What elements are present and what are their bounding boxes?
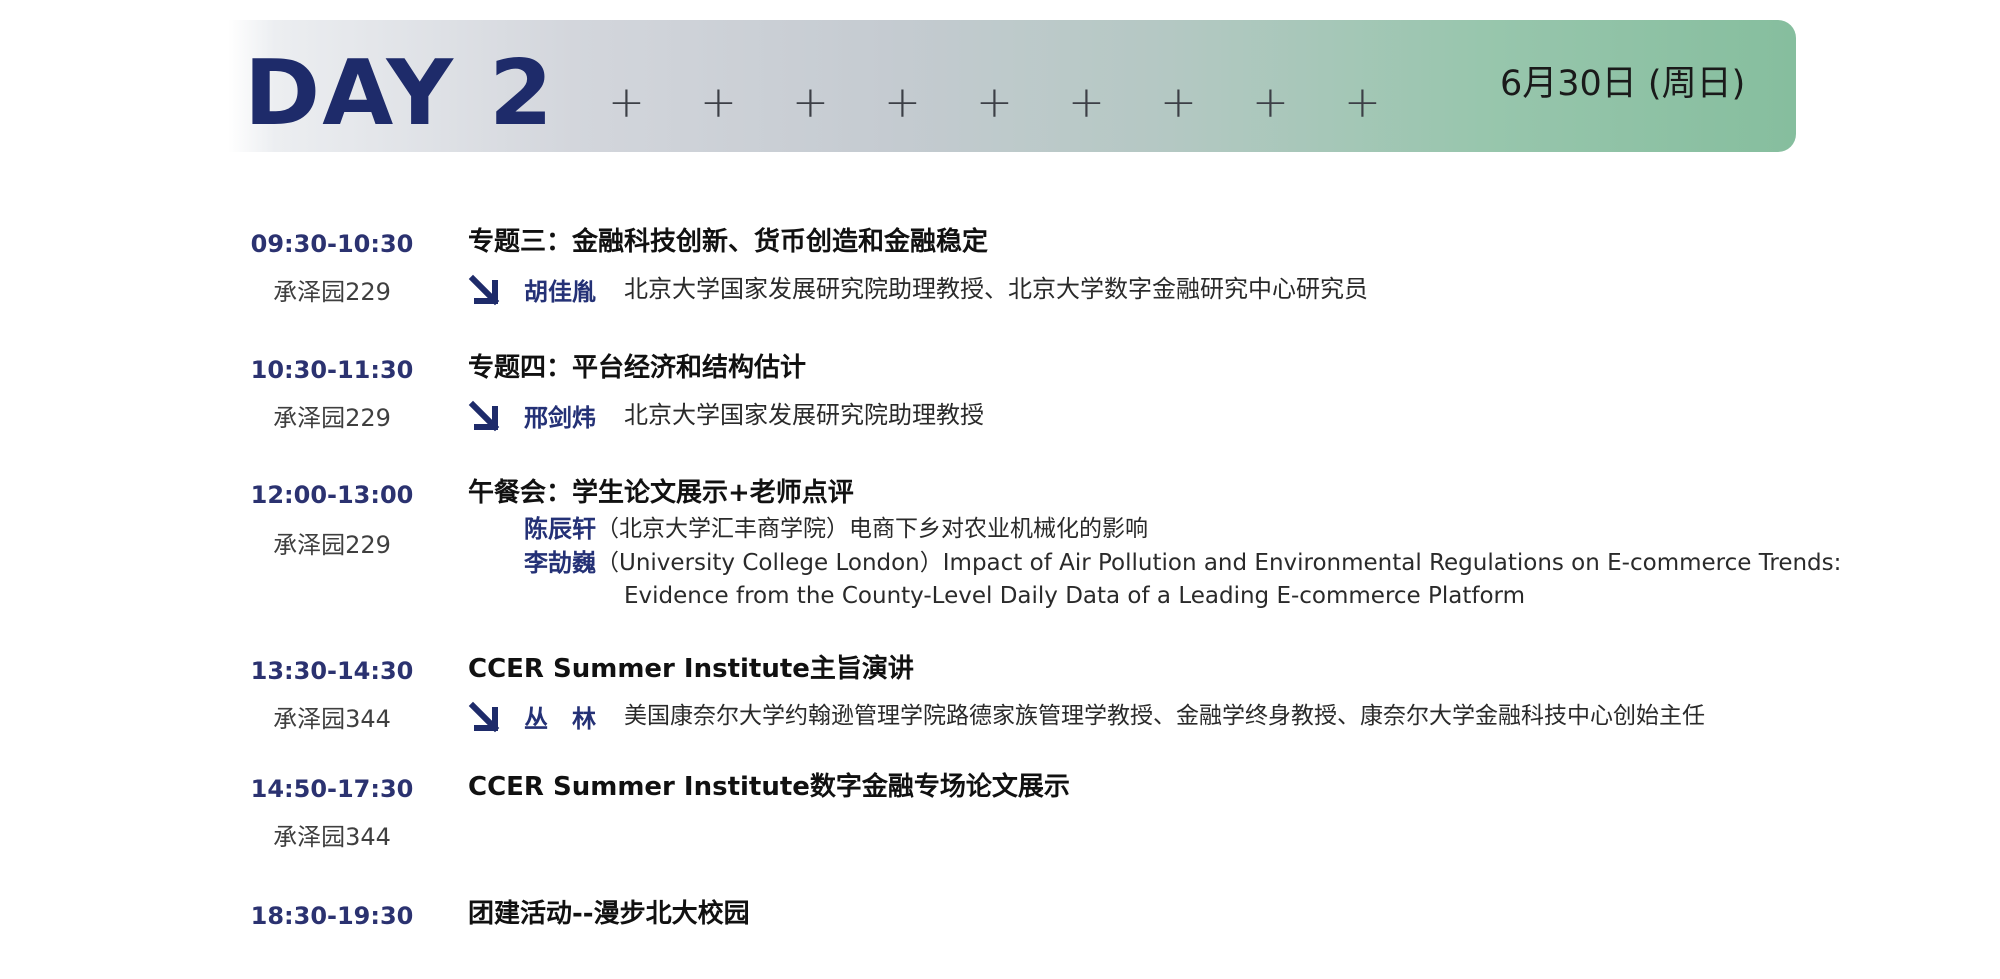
plus-icon: + — [700, 77, 737, 128]
session-room: 承泽园229 — [273, 531, 391, 559]
plus-icon: + — [1068, 77, 1105, 128]
session-title: 团建活动--漫步北大校园 — [468, 899, 750, 929]
presentation-title: （University College London）Impact of Air… — [596, 550, 1842, 576]
speaker-affiliation: 北京大学国家发展研究院助理教授 — [624, 401, 984, 429]
plus-icon: + — [1252, 77, 1289, 128]
speaker-affiliation: 北京大学国家发展研究院助理教授、北京大学数字金融研究中心研究员 — [624, 275, 1368, 303]
presentation-title: （北京大学汇丰商学院）电商下乡对农业机械化的影响 — [596, 516, 1148, 542]
speaker-name: 邢剑炜 — [524, 404, 596, 432]
speaker-name: 丛 林 — [524, 705, 596, 733]
session-time: 18:30-19:30 — [250, 902, 414, 930]
plus-icon: + — [1344, 77, 1381, 128]
arrow-down-right-icon — [468, 400, 502, 434]
session-time: 09:30-10:30 — [250, 230, 414, 258]
session-time: 14:50-17:30 — [250, 775, 414, 803]
plus-icon: + — [884, 77, 921, 128]
arrow-down-right-icon — [468, 701, 502, 735]
session-title: 午餐会：学生论文展示+老师点评 — [468, 478, 854, 508]
presenter-name: 李劼巍 — [524, 549, 596, 577]
session-time: 12:00-13:00 — [250, 481, 414, 509]
session-room: 承泽园344 — [273, 823, 391, 851]
presentation-title-continued: Evidence from the County-Level Daily Dat… — [624, 583, 1526, 609]
session-title: CCER Summer Institute主旨演讲 — [468, 654, 914, 684]
session-room: 承泽园229 — [273, 404, 391, 432]
plus-icon: + — [976, 77, 1013, 128]
session-title: 专题三：金融科技创新、货币创造和金融稳定 — [468, 227, 989, 257]
plus-decoration-row: + + + + + + + + + — [608, 78, 1436, 128]
speaker-name: 胡佳胤 — [524, 278, 596, 306]
session-time: 13:30-14:30 — [250, 657, 414, 685]
speaker-affiliation: 美国康奈尔大学约翰逊管理学院路德家族管理学教授、金融学终身教授、康奈尔大学金融科… — [624, 703, 1705, 729]
date-label: 6月30日 (周日) — [1500, 64, 1746, 104]
session-title: 专题四：平台经济和结构估计 — [468, 353, 807, 383]
plus-icon: + — [1160, 77, 1197, 128]
session-room: 承泽园229 — [273, 278, 391, 306]
session-room: 承泽园344 — [273, 705, 391, 733]
day-title: DAY 2 — [244, 41, 555, 146]
session-title: CCER Summer Institute数字金融专场论文展示 — [468, 772, 1070, 802]
presenter-name: 陈辰轩 — [524, 515, 596, 543]
plus-icon: + — [608, 77, 645, 128]
arrow-down-right-icon — [468, 274, 502, 308]
session-time: 10:30-11:30 — [250, 356, 414, 384]
plus-icon: + — [792, 77, 829, 128]
